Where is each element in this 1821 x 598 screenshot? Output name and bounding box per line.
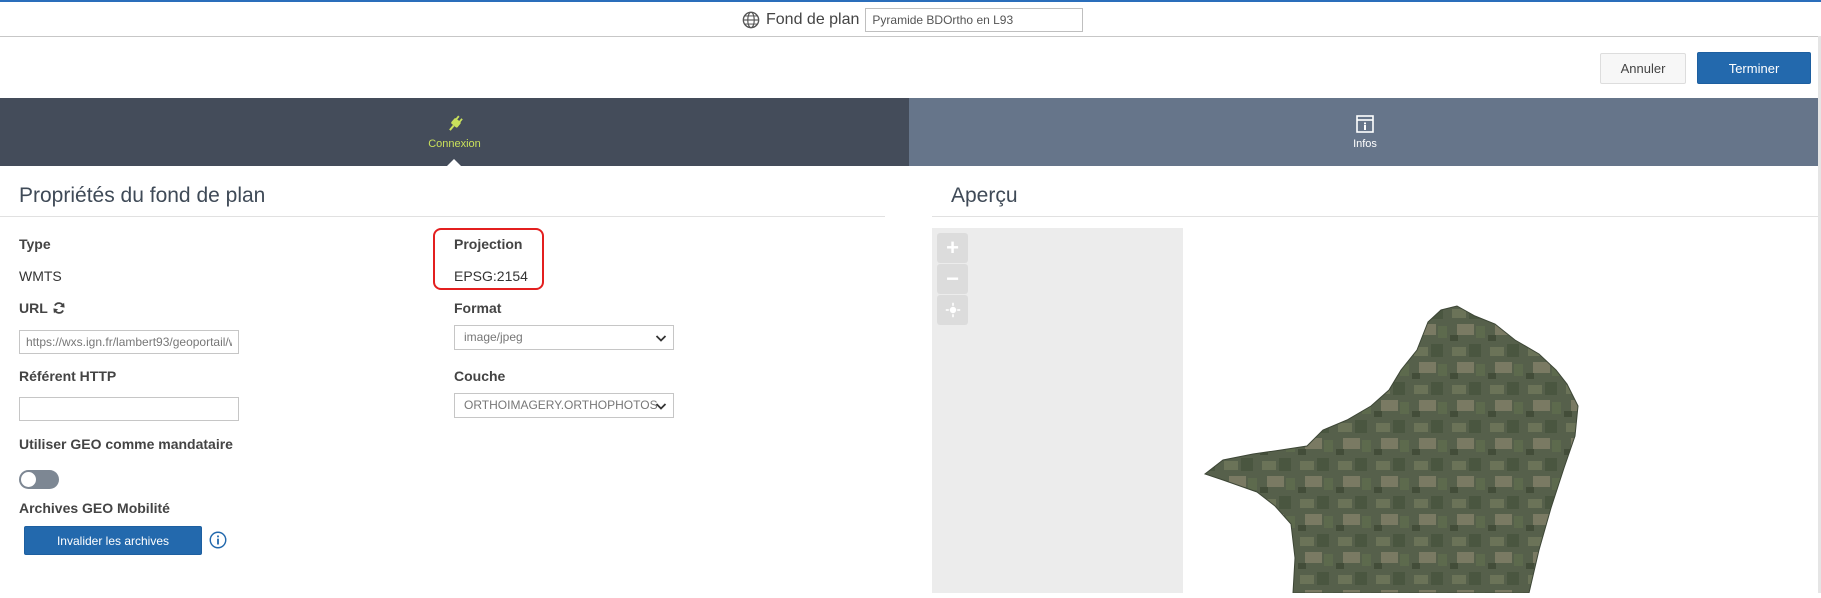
highlight-box xyxy=(433,228,544,290)
layer-select[interactable]: ORTHOIMAGERY.ORTHOPHOTOS xyxy=(454,393,674,418)
url-label: URL xyxy=(19,300,48,316)
tab-infos-label: Infos xyxy=(1353,138,1377,150)
crosshair-icon xyxy=(945,302,960,318)
map-viewport[interactable] xyxy=(1183,228,1821,594)
url-input[interactable] xyxy=(19,330,239,354)
title-label: Fond de plan xyxy=(766,11,860,28)
referer-input[interactable] xyxy=(19,397,239,421)
chevron-down-icon xyxy=(655,335,667,342)
zoom-in-button[interactable]: + xyxy=(937,233,968,263)
layer-label: Couche xyxy=(454,368,506,384)
toggle-knob xyxy=(21,472,36,487)
chevron-down-icon xyxy=(655,403,667,410)
referer-label: Référent HTTP xyxy=(19,368,117,384)
finish-button[interactable]: Terminer xyxy=(1697,52,1811,84)
proxy-toggle[interactable] xyxy=(19,470,59,489)
active-tab-indicator xyxy=(446,159,462,167)
info-icon[interactable] xyxy=(209,531,227,549)
url-label-group: URL xyxy=(19,300,66,316)
globe-icon xyxy=(742,11,760,29)
cancel-button[interactable]: Annuler xyxy=(1600,53,1686,84)
tab-connexion[interactable]: Connexion xyxy=(0,98,909,167)
refresh-icon[interactable] xyxy=(52,301,66,315)
format-select[interactable]: image/jpeg xyxy=(454,325,674,350)
layer-select-value: ORTHOIMAGERY.ORTHOPHOTOS xyxy=(464,398,658,412)
recenter-button[interactable] xyxy=(937,295,968,325)
archives-label: Archives GEO Mobilité xyxy=(19,500,170,516)
format-label: Format xyxy=(454,300,502,316)
type-label: Type xyxy=(19,236,51,252)
preview-title: Aperçu xyxy=(951,184,1018,207)
proxy-label: Utiliser GEO comme mandataire xyxy=(19,436,233,452)
map-tile-placeholder xyxy=(932,228,1183,593)
tab-connexion-label: Connexion xyxy=(428,138,481,150)
type-value: WMTS xyxy=(19,268,62,284)
france-orthophoto-map xyxy=(1203,305,1579,594)
format-select-value: image/jpeg xyxy=(464,330,523,344)
tab-bar: Connexion Infos xyxy=(0,98,1821,167)
preview-divider xyxy=(932,216,1821,217)
title-group: Fond de plan xyxy=(742,7,1084,33)
invalidate-archives-button[interactable]: Invalider les archives xyxy=(24,526,202,555)
zoom-out-button[interactable]: − xyxy=(937,264,968,294)
properties-divider xyxy=(0,216,885,217)
tab-infos[interactable]: Infos xyxy=(909,98,1821,166)
plug-icon xyxy=(448,115,463,131)
title-bar: Fond de plan xyxy=(0,2,1821,37)
info-card-icon xyxy=(1356,115,1374,133)
basemap-name-input[interactable] xyxy=(865,8,1084,32)
properties-title: Propriétés du fond de plan xyxy=(19,184,266,207)
